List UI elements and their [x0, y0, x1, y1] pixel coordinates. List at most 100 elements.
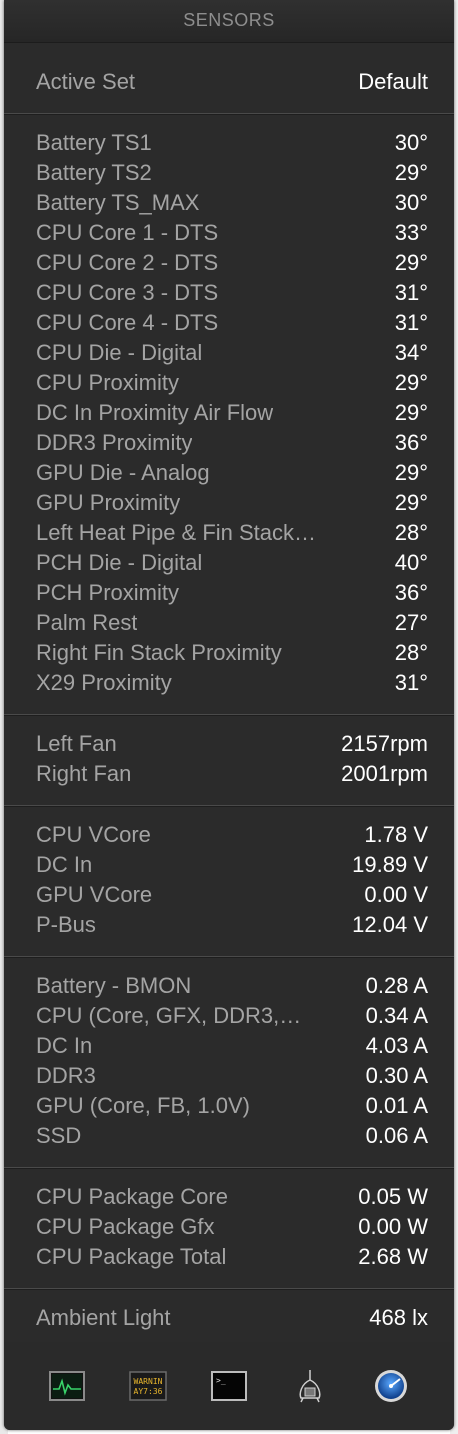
temperature-row[interactable]: DDR3 Proximity 36° — [4, 428, 454, 458]
temperature-value: 27° — [394, 610, 428, 635]
network-utility-icon — [375, 1370, 408, 1402]
current-value: 0.34 A — [365, 1003, 428, 1028]
temperature-row[interactable]: CPU Die - Digital 34° — [4, 338, 454, 368]
temperature-row[interactable]: CPU Proximity 29° — [4, 368, 454, 398]
temperature-value: 29° — [394, 400, 428, 425]
activity-monitor-button[interactable] — [47, 1366, 87, 1406]
voltage-label: DC In — [36, 852, 93, 877]
power-row[interactable]: CPU Package Gfx 0.00 W — [4, 1212, 454, 1242]
light-section: Ambient Light 468 lx — [4, 1289, 454, 1350]
temperature-row[interactable]: CPU Core 3 - DTS 31° — [4, 278, 454, 308]
temperature-row[interactable]: Battery TS2 29° — [4, 158, 454, 188]
temperature-row[interactable]: GPU Die - Analog 29° — [4, 458, 454, 488]
temperature-label: X29 Proximity — [36, 670, 172, 695]
temperature-label: CPU Core 4 - DTS — [36, 310, 219, 335]
temperature-row[interactable]: Palm Rest 27° — [4, 608, 454, 638]
power-value: 0.00 W — [358, 1214, 428, 1239]
temperature-value: 30° — [394, 130, 428, 155]
temperature-row[interactable]: CPU Core 2 - DTS 29° — [4, 248, 454, 278]
current-label: SSD — [36, 1123, 82, 1148]
voltage-value: 19.89 V — [352, 852, 428, 877]
power-value: 2.68 W — [358, 1244, 428, 1269]
temperature-value: 34° — [394, 340, 428, 365]
fan-row[interactable]: Left Fan 2157rpm — [4, 729, 454, 759]
temperature-row[interactable]: GPU Proximity 29° — [4, 488, 454, 518]
temperature-label: Left Heat Pipe & Fin Stack… — [36, 520, 317, 545]
fan-label: Right Fan — [36, 761, 132, 786]
temperature-label: PCH Die - Digital — [36, 550, 203, 575]
svg-text:>_: >_ — [216, 1376, 226, 1385]
temperature-label: DDR3 Proximity — [36, 430, 193, 455]
temperature-row[interactable]: X29 Proximity 31° — [4, 668, 454, 698]
light-row[interactable]: Ambient Light 468 lx — [4, 1303, 454, 1333]
current-value: 0.30 A — [365, 1063, 428, 1088]
current-value: 4.03 A — [365, 1033, 428, 1058]
temperature-row[interactable]: Left Heat Pipe & Fin Stack… 28° — [4, 518, 454, 548]
utility-toolbar: WARNIN AY7:36 >_ — [4, 1342, 454, 1430]
voltage-row[interactable]: GPU VCore 0.00 V — [4, 880, 454, 910]
activity-monitor-icon — [48, 1371, 85, 1401]
current-section: Battery - BMON 0.28 A CPU (Core, GFX, DDR3… — [4, 957, 454, 1168]
temperature-value: 29° — [394, 250, 428, 275]
panel-title: SENSORS — [4, 0, 454, 43]
light-value: 468 lx — [369, 1305, 428, 1330]
current-row[interactable]: CPU (Core, GFX, DDR3,… 0.34 A — [4, 1001, 454, 1031]
console-icon-line1: WARNIN — [133, 1377, 162, 1386]
power-label: CPU Package Core — [36, 1184, 228, 1209]
active-set-label: Active Set — [36, 69, 136, 94]
temperature-label: DC In Proximity Air Flow — [36, 400, 274, 425]
temperature-row[interactable]: PCH Die - Digital 40° — [4, 548, 454, 578]
current-value: 0.06 A — [365, 1123, 428, 1148]
active-set-section: Active Set Default — [4, 43, 454, 114]
current-row[interactable]: SSD 0.06 A — [4, 1121, 454, 1151]
voltage-value: 12.04 V — [352, 912, 428, 937]
current-row[interactable]: Battery - BMON 0.28 A — [4, 971, 454, 1001]
current-row[interactable]: DC In 4.03 A — [4, 1031, 454, 1061]
temperature-row[interactable]: CPU Core 4 - DTS 31° — [4, 308, 454, 338]
temperature-label: Palm Rest — [36, 610, 138, 635]
temperature-value: 28° — [394, 520, 428, 545]
voltage-row[interactable]: DC In 19.89 V — [4, 850, 454, 880]
power-section: CPU Package Core 0.05 W CPU Package Gfx 0.0… — [4, 1168, 454, 1289]
voltage-value: 0.00 V — [364, 882, 428, 907]
temperature-value: 33° — [394, 220, 428, 245]
temperature-row[interactable]: Battery TS1 30° — [4, 128, 454, 158]
voltage-section: CPU VCore 1.78 V DC In 19.89 V GPU VCore 0.00… — [4, 806, 454, 957]
temperature-row[interactable]: CPU Core 1 - DTS 33° — [4, 218, 454, 248]
voltage-row[interactable]: P-Bus 12.04 V — [4, 910, 454, 940]
current-label: DC In — [36, 1033, 93, 1058]
power-row[interactable]: CPU Package Core 0.05 W — [4, 1182, 454, 1212]
current-value: 0.28 A — [365, 973, 428, 998]
temperature-row[interactable]: Right Fin Stack Proximity 28° — [4, 638, 454, 668]
current-label: Battery - BMON — [36, 973, 192, 998]
terminal-button[interactable]: >_ — [209, 1366, 249, 1406]
voltage-label: P-Bus — [36, 912, 96, 937]
power-label: CPU Package Total — [36, 1244, 227, 1269]
temperature-label: Battery TS_MAX — [36, 190, 200, 215]
light-label: Ambient Light — [36, 1305, 171, 1330]
voltage-label: CPU VCore — [36, 822, 151, 847]
current-row[interactable]: GPU (Core, FB, 1.0V) 0.01 A — [4, 1091, 454, 1121]
temperature-row[interactable]: DC In Proximity Air Flow 29° — [4, 398, 454, 428]
temperature-label: Battery TS1 — [36, 130, 152, 155]
fan-label: Left Fan — [36, 731, 117, 756]
temperature-label: CPU Core 3 - DTS — [36, 280, 219, 305]
system-information-button[interactable] — [290, 1366, 330, 1406]
console-button[interactable]: WARNIN AY7:36 — [128, 1366, 168, 1406]
fan-value: 2001rpm — [341, 761, 428, 786]
fan-row[interactable]: Right Fan 2001rpm — [4, 759, 454, 789]
power-row[interactable]: CPU Package Total 2.68 W — [4, 1242, 454, 1272]
current-row[interactable]: DDR3 0.30 A — [4, 1061, 454, 1091]
temperature-value: 36° — [394, 430, 428, 455]
current-label: GPU (Core, FB, 1.0V) — [36, 1093, 250, 1118]
fan-section: Left Fan 2157rpm Right Fan 2001rpm — [4, 715, 454, 806]
voltage-value: 1.78 V — [364, 822, 428, 847]
temperature-row[interactable]: Battery TS_MAX 30° — [4, 188, 454, 218]
network-utility-button[interactable] — [371, 1366, 411, 1406]
active-set-row[interactable]: Active Set Default — [4, 65, 454, 99]
temperature-row[interactable]: PCH Proximity 36° — [4, 578, 454, 608]
temperature-label: CPU Core 2 - DTS — [36, 250, 219, 275]
temperature-label: CPU Core 1 - DTS — [36, 220, 219, 245]
voltage-row[interactable]: CPU VCore 1.78 V — [4, 820, 454, 850]
active-set-value[interactable]: Default — [358, 65, 428, 99]
